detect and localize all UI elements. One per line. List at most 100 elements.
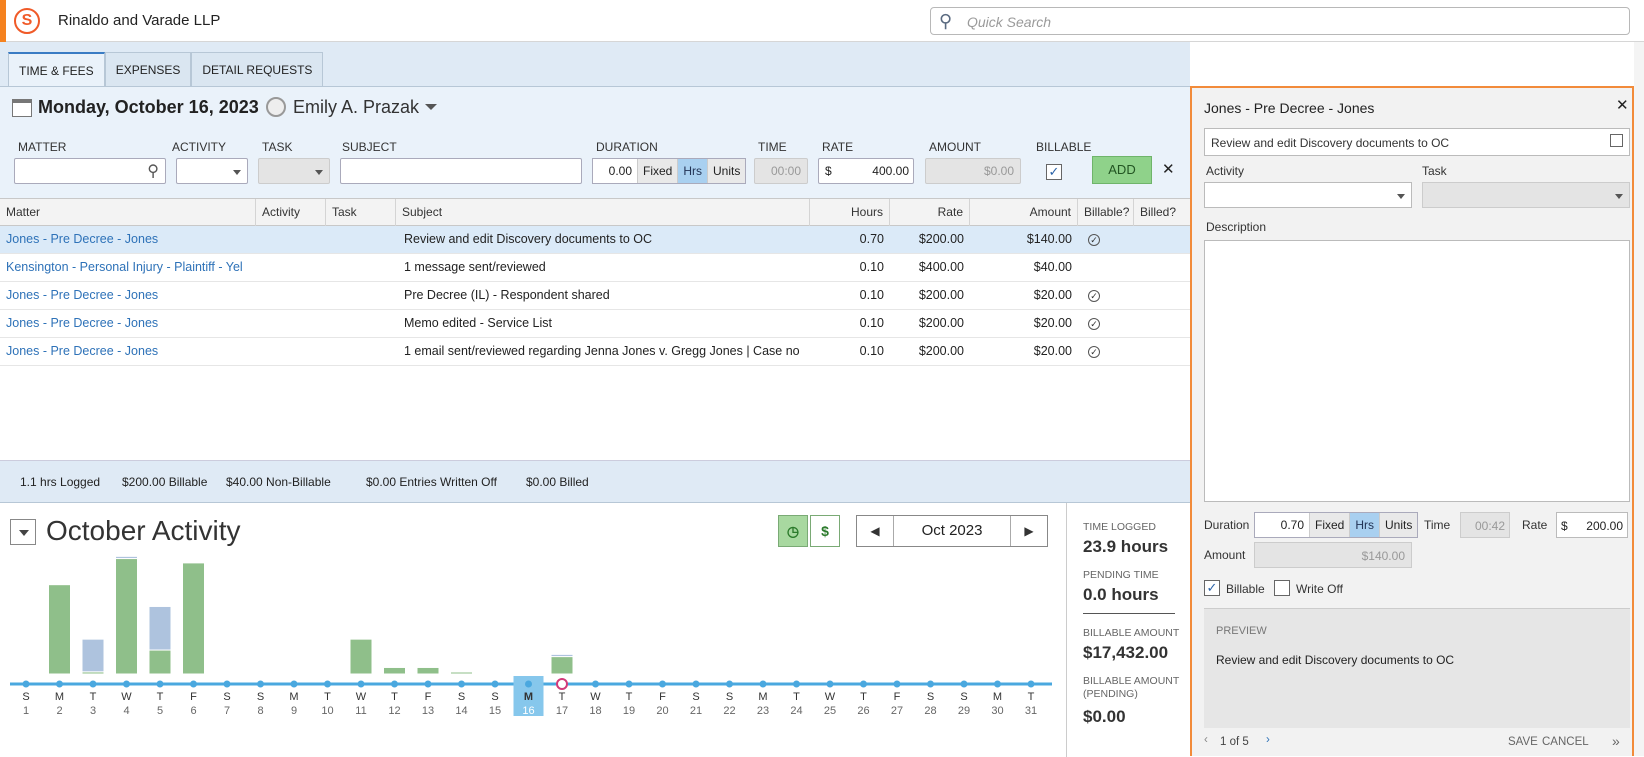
cancel-button[interactable]: CANCEL (1542, 736, 1589, 748)
row-matter[interactable]: Jones - Pre Decree - Jones (6, 310, 250, 337)
bar-day-12-series-0[interactable] (383, 666, 406, 675)
table-row[interactable]: Jones - Pre Decree - Jones Review and edi… (0, 226, 1190, 254)
day-dot-26[interactable] (860, 680, 867, 688)
day-dot-7[interactable] (223, 680, 231, 688)
day-dot-19[interactable] (625, 680, 633, 688)
time-input[interactable]: 00:00 (754, 158, 808, 184)
col-subject[interactable]: Subject (396, 199, 810, 226)
duration-hrs-toggle[interactable]: Hrs (677, 159, 708, 183)
prev-month-icon[interactable]: ◀ (857, 516, 893, 546)
matter-input[interactable]: ⚲ (14, 158, 166, 184)
col-activity[interactable]: Activity (256, 199, 326, 226)
matter-search-icon[interactable]: ⚲ (147, 161, 159, 181)
tab-time-fees[interactable]: TIME & FEES (8, 52, 105, 86)
panel-duration-input[interactable]: 0.70 (1255, 513, 1309, 537)
col-task[interactable]: Task (326, 199, 396, 226)
col-matter[interactable]: Matter (0, 199, 256, 226)
window-scrollbar[interactable] (1634, 42, 1644, 756)
bar-day-13-series-0[interactable] (416, 666, 440, 675)
bar-day-6-series-0[interactable] (182, 562, 205, 675)
day-dot-11[interactable] (357, 680, 365, 688)
row-matter[interactable]: Kensington - Personal Injury - Plaintiff… (6, 254, 250, 281)
day-dot-20[interactable] (659, 680, 666, 688)
tab-expenses[interactable]: EXPENSES (104, 52, 192, 86)
bar-day-17-series-1[interactable] (550, 653, 574, 658)
day-dot-2[interactable] (56, 680, 63, 688)
day-dot-13[interactable] (424, 680, 432, 688)
app-logo-icon[interactable]: S (14, 8, 40, 34)
bar-day-5-series-0[interactable] (148, 649, 172, 675)
bar-day-2-series-0[interactable] (48, 584, 71, 675)
collapse-chevron-down-icon[interactable] (10, 519, 36, 545)
day-dot-24[interactable] (793, 680, 800, 688)
bar-day-3-series-1[interactable] (81, 638, 105, 673)
col-billable[interactable]: Billable? (1078, 199, 1134, 226)
day-dot-9[interactable] (290, 680, 298, 688)
panel-billable-checkbox[interactable]: ✓ (1204, 580, 1220, 596)
panel-description-textarea[interactable] (1204, 240, 1630, 502)
day-dot-3[interactable] (89, 680, 97, 688)
day-dot-16[interactable] (525, 680, 532, 688)
day-dot-4[interactable] (123, 680, 130, 688)
user-name[interactable]: Emily A. Prazak (293, 97, 419, 118)
table-row[interactable]: Jones - Pre Decree - Jones 1 email sent/r… (0, 338, 1190, 366)
time-view-clock-icon[interactable]: ◷ (778, 515, 808, 547)
panel-units-toggle[interactable]: Units (1379, 513, 1418, 537)
add-button[interactable]: ADD (1092, 156, 1152, 184)
day-dot-1[interactable] (22, 680, 30, 688)
day-dot-18[interactable] (592, 680, 599, 688)
col-billed[interactable]: Billed? (1134, 199, 1190, 226)
panel-fixed-toggle[interactable]: Fixed (1309, 513, 1350, 537)
bar-day-4-series-1[interactable] (115, 555, 138, 560)
next-entry-chevron-right-icon[interactable]: › (1266, 734, 1270, 746)
day-dot-22[interactable] (726, 680, 733, 688)
save-button[interactable]: SAVE (1508, 736, 1538, 748)
duration-units-toggle[interactable]: Units (707, 159, 746, 183)
activity-select[interactable] (176, 158, 248, 184)
table-row[interactable]: Jones - Pre Decree - Jones Memo edited - … (0, 310, 1190, 338)
bar-day-4-series-0[interactable] (115, 558, 138, 675)
clear-entry-close-icon[interactable]: ✕ (1162, 160, 1175, 178)
expand-double-chevron-icon[interactable]: » (1612, 733, 1620, 749)
day-dot-25[interactable] (826, 680, 834, 688)
quick-search-input[interactable]: ⚲ Quick Search (930, 7, 1630, 35)
day-dot-10[interactable] (324, 680, 331, 688)
panel-close-icon[interactable]: ✕ (1616, 96, 1629, 114)
subject-input[interactable] (340, 158, 582, 184)
task-select[interactable] (258, 158, 330, 184)
row-matter[interactable]: Jones - Pre Decree - Jones (6, 226, 250, 253)
panel-subject-input[interactable]: Review and edit Discovery documents to O… (1204, 128, 1630, 156)
day-dot-30[interactable] (994, 680, 1001, 688)
calendar-icon[interactable] (12, 99, 32, 117)
panel-hrs-toggle[interactable]: Hrs (1349, 513, 1380, 537)
table-row[interactable]: Kensington - Personal Injury - Plaintiff… (0, 254, 1190, 282)
day-dot-31[interactable] (1027, 680, 1035, 688)
bar-day-11-series-0[interactable] (349, 638, 373, 675)
table-row[interactable]: Jones - Pre Decree - Jones Pre Decree (IL… (0, 282, 1190, 310)
row-matter[interactable]: Jones - Pre Decree - Jones (6, 282, 250, 309)
col-amount[interactable]: Amount (970, 199, 1078, 226)
open-external-icon[interactable] (1610, 134, 1623, 147)
day-dot-15[interactable] (491, 680, 499, 688)
user-dropdown-chevron-icon[interactable] (425, 104, 437, 110)
next-month-icon[interactable]: ▶ (1011, 516, 1047, 546)
day-dot-28[interactable] (927, 680, 934, 688)
day-dot-8[interactable] (257, 680, 264, 688)
day-dot-27[interactable] (893, 680, 901, 688)
panel-activity-select[interactable] (1204, 182, 1412, 208)
billable-checkbox[interactable]: ✓ (1046, 164, 1062, 180)
panel-time-input[interactable]: 00:42 (1460, 512, 1510, 538)
current-month[interactable]: Oct 2023 (893, 516, 1011, 546)
rate-input[interactable]: $ 400.00 (818, 158, 914, 184)
col-rate[interactable]: Rate (890, 199, 970, 226)
day-dot-5[interactable] (156, 680, 164, 688)
duration-fixed-toggle[interactable]: Fixed (637, 159, 678, 183)
tab-detail-requests[interactable]: DETAIL REQUESTS (191, 52, 324, 86)
panel-rate-input[interactable]: $ 200.00 (1556, 512, 1628, 538)
money-view-toggle[interactable]: $ (810, 515, 840, 547)
panel-writeoff-checkbox[interactable] (1274, 580, 1290, 596)
row-matter[interactable]: Jones - Pre Decree - Jones (6, 338, 250, 365)
bar-day-17-series-0[interactable] (550, 656, 574, 675)
day-dot-14[interactable] (458, 680, 465, 688)
day-dot-29[interactable] (960, 680, 968, 688)
